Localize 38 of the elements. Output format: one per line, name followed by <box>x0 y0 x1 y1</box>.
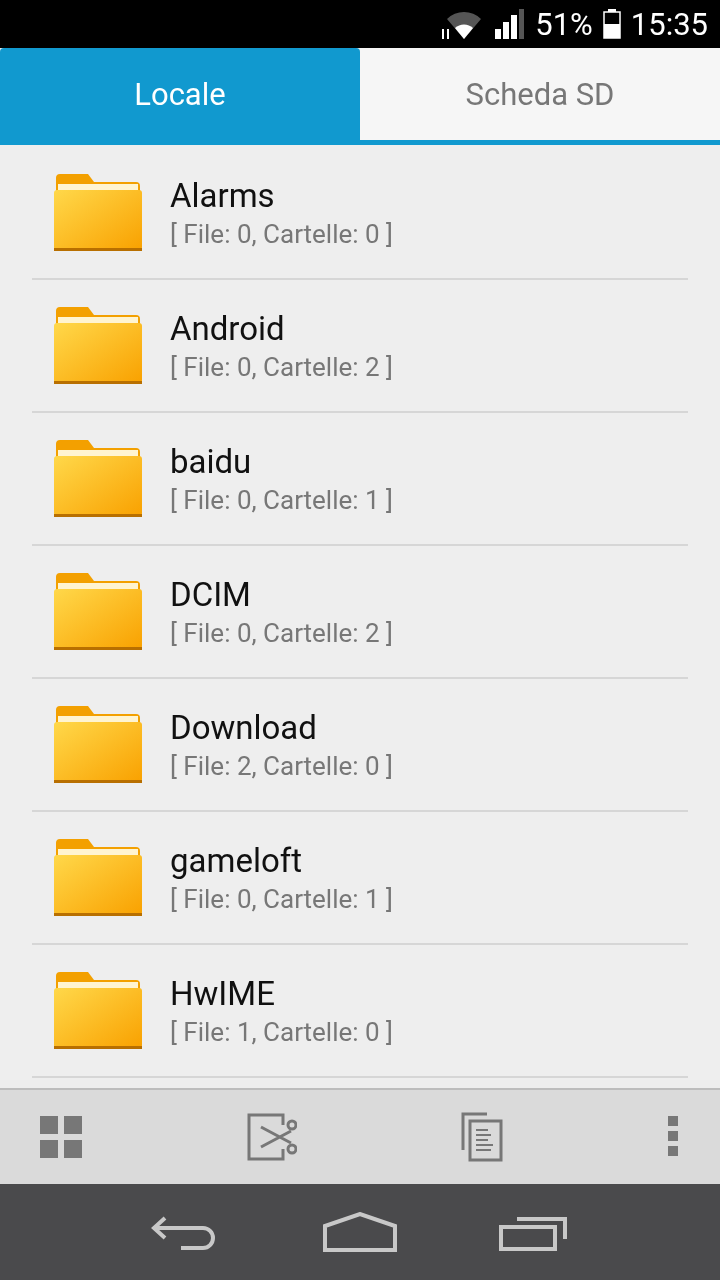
grid-icon[interactable] <box>40 1116 82 1158</box>
signal-icon <box>495 9 526 39</box>
folder-row[interactable]: Download [ File: 2, Cartelle: 0 ] <box>32 679 688 812</box>
folder-info: [ File: 0, Cartelle: 2 ] <box>170 352 393 382</box>
folder-name: Alarms <box>170 176 276 215</box>
folder-name: Download <box>170 708 318 747</box>
folder-info: [ File: 0, Cartelle: 1 ] <box>170 884 393 914</box>
folder-row[interactable]: HwIME [ File: 1, Cartelle: 0 ] <box>32 945 688 1078</box>
folder-info: [ File: 1, Cartelle: 0 ] <box>170 1017 393 1047</box>
folder-name: baidu <box>170 442 253 481</box>
folder-name: DCIM <box>170 575 252 614</box>
folder-row[interactable]: Alarms [ File: 0, Cartelle: 0 ] <box>32 147 688 280</box>
folder-icon <box>52 304 144 387</box>
battery-icon <box>602 9 621 39</box>
cut-icon[interactable] <box>246 1113 297 1161</box>
folder-row[interactable]: baidu [ File: 0, Cartelle: 1 ] <box>32 413 688 546</box>
more-icon[interactable] <box>667 1116 680 1158</box>
battery-percent: 51% <box>535 8 593 40</box>
folder-row[interactable]: Android [ File: 0, Cartelle: 2 ] <box>32 280 688 413</box>
folder-info: [ File: 0, Cartelle: 0 ] <box>170 219 393 249</box>
folder-info: [ File: 0, Cartelle: 2 ] <box>170 618 393 648</box>
folder-icon <box>52 437 144 520</box>
home-icon[interactable] <box>323 1212 397 1252</box>
folder-name: HwIME <box>170 974 276 1013</box>
folder-info: [ File: 0, Cartelle: 1 ] <box>170 485 393 515</box>
clock: 15:35 <box>630 8 708 40</box>
tab[interactable]: Scheda SD <box>360 48 720 140</box>
folder-icon <box>52 703 144 786</box>
folder-name: gameloft <box>170 841 304 880</box>
folder-name: Android <box>170 309 286 348</box>
folder-icon <box>52 171 144 254</box>
folder-icon <box>52 836 144 919</box>
folder-icon <box>52 969 144 1052</box>
copy-icon[interactable] <box>461 1112 504 1162</box>
folder-icon <box>52 570 144 653</box>
folder-info: [ File: 2, Cartelle: 0 ] <box>170 751 393 781</box>
folder-row[interactable]: DCIM [ File: 0, Cartelle: 2 ] <box>32 546 688 679</box>
folder-row[interactable]: gameloft [ File: 0, Cartelle: 1 ] <box>32 812 688 945</box>
